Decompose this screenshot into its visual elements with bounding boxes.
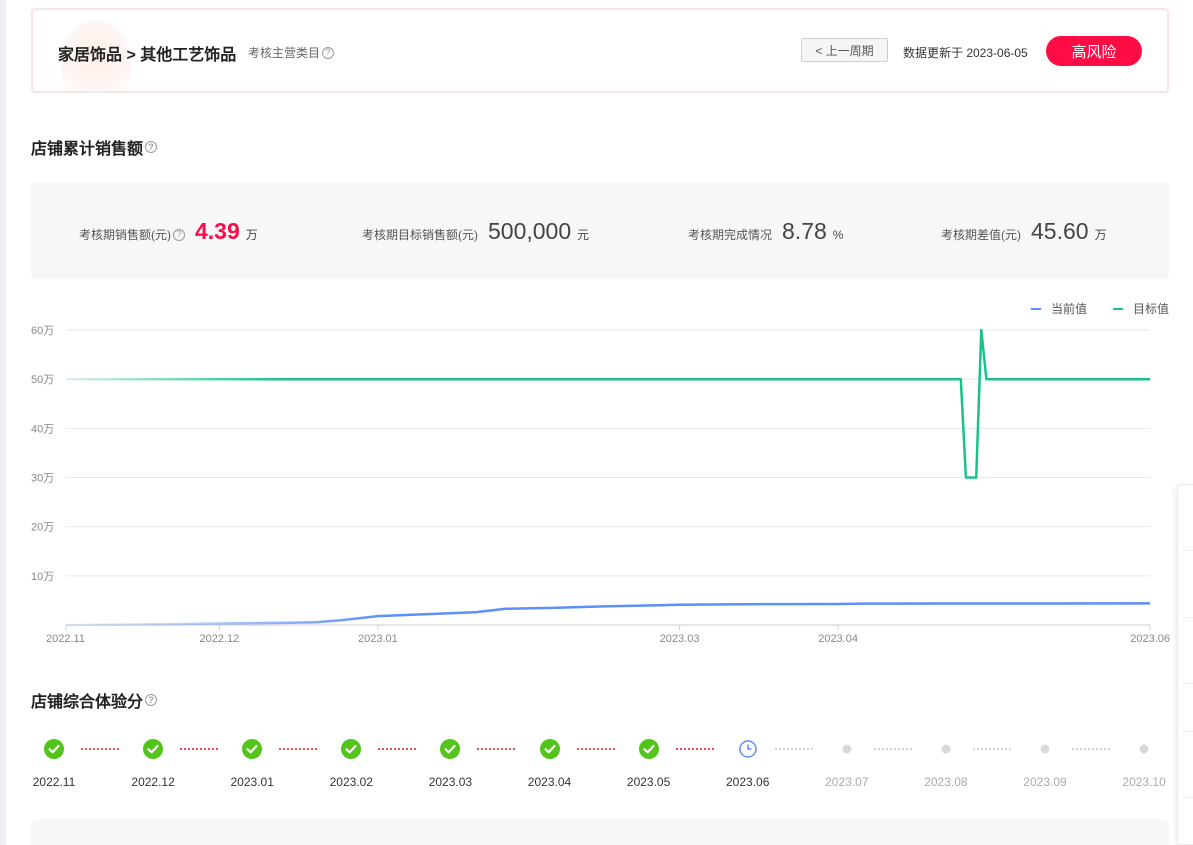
- pending-dot-icon[interactable]: [936, 739, 956, 759]
- series-line-target: [66, 328, 1150, 479]
- risk-level-badge: 高风险: [1046, 36, 1142, 66]
- data-update-time: 数据更新于 2023-06-05: [903, 46, 1028, 60]
- timeline-month-label: 2023.04: [527, 775, 572, 789]
- x-tick-label: 2022.11: [46, 633, 85, 645]
- check-circle-icon[interactable]: [44, 739, 64, 759]
- check-circle-icon[interactable]: [440, 739, 461, 759]
- help-icon[interactable]: ?: [322, 46, 335, 59]
- y-tick-label: 10万: [31, 571, 54, 583]
- x-tick-label: 2022.12: [200, 633, 240, 645]
- x-tick-label: 2023.04: [818, 633, 858, 645]
- stat-label: 考核期销售额(元)?: [79, 226, 185, 243]
- timeline-month-label: 2023.03: [428, 775, 473, 789]
- legend-current[interactable]: 当前值: [1031, 300, 1087, 317]
- timeline-month-label: 2023.01: [230, 775, 274, 789]
- timeline-connector: [873, 748, 912, 750]
- legend-label: 当前值: [1051, 302, 1088, 316]
- stat-label-text: 考核期销售额(元): [79, 228, 171, 242]
- legend-swatch: [1113, 307, 1123, 310]
- check-circle-icon[interactable]: [242, 739, 263, 759]
- previous-period-button[interactable]: < 上一周期: [801, 38, 888, 62]
- experience-section-title: 店铺综合体验分 ?: [31, 688, 158, 712]
- stat-unit: 元: [577, 228, 590, 242]
- category-subtitle: 考核主营类目 ?: [248, 44, 335, 61]
- timeline-month-label: 2022.12: [131, 775, 175, 789]
- timeline-connector: [774, 748, 813, 750]
- help-icon[interactable]: ?: [145, 694, 158, 706]
- timeline-connector: [279, 748, 318, 750]
- timeline-month-label: 2022.11: [32, 775, 76, 789]
- timeline-month-label: 2023.10: [1122, 775, 1166, 789]
- timeline-month-label: 2023.09: [1023, 775, 1067, 789]
- stat-label: 考核期差值(元): [941, 228, 1021, 242]
- stat-unit: 万: [1094, 228, 1107, 242]
- pending-dot-icon[interactable]: [1035, 739, 1055, 759]
- stat-unit: %: [832, 228, 844, 242]
- timeline-month-label: 2023.05: [626, 775, 671, 789]
- y-tick-label: 20万: [31, 522, 54, 534]
- clock-icon[interactable]: [738, 739, 758, 759]
- stat-target-sales: 考核期目标销售额(元) 500,000 元: [362, 218, 589, 245]
- x-tick-label: 2023.01: [358, 633, 398, 645]
- stat-value: 8.78: [782, 218, 827, 244]
- side-floating-panel[interactable]: [1177, 484, 1193, 845]
- sales-line-chart: 10万 20万 30万 40万 50万 60万 2022.11 2022.12 2023.01 2…: [31, 325, 1170, 645]
- category-header-card: 家居饰品 > 其他工艺饰品 考核主营类目 ? < 上一周期 数据更新于 2023…: [31, 8, 1169, 93]
- check-circle-icon[interactable]: [638, 739, 659, 759]
- timeline-month-label: 2023.07: [825, 775, 869, 789]
- y-tick-label: 50万: [31, 374, 54, 386]
- stat-unit: 万: [245, 228, 258, 242]
- sales-section-title-text: 店铺累计销售额: [31, 141, 144, 158]
- stat-label: 考核期完成情况: [688, 228, 773, 242]
- y-tick-label: 30万: [31, 473, 54, 485]
- sales-section-title: 店铺累计销售额 ?: [31, 135, 158, 159]
- timeline-month-label: 2023.08: [924, 775, 968, 789]
- legend-target[interactable]: 目标值: [1113, 300, 1169, 317]
- check-circle-icon[interactable]: [143, 739, 164, 759]
- y-tick-label: 60万: [31, 325, 54, 337]
- pending-dot-icon[interactable]: [837, 739, 857, 759]
- help-icon[interactable]: ?: [145, 141, 158, 153]
- timeline-connector: [180, 748, 219, 750]
- legend-label: 目标值: [1133, 302, 1170, 316]
- sales-stats-card: 考核期销售额(元)? 4.39 万 考核期目标销售额(元) 500,000 元 …: [31, 182, 1169, 279]
- experience-section-title-text: 店铺综合体验分: [31, 694, 144, 711]
- x-tick-label: 2023.03: [660, 633, 700, 645]
- category-subtitle-text: 考核主营类目: [248, 46, 321, 60]
- stat-value: 4.39: [195, 218, 240, 244]
- stat-label: 考核期目标销售额(元): [362, 228, 478, 242]
- category-title: 家居饰品 > 其他工艺饰品: [58, 47, 237, 64]
- timeline-connector: [81, 748, 119, 750]
- timeline-month-label: 2023.02: [329, 775, 373, 789]
- legend-swatch: [1031, 307, 1041, 310]
- timeline-connector: [378, 748, 417, 750]
- stat-completion: 考核期完成情况 8.78 %: [688, 218, 843, 245]
- check-circle-icon[interactable]: [341, 739, 362, 759]
- pending-dot-icon[interactable]: [1134, 739, 1154, 759]
- stat-value: 45.60: [1031, 218, 1089, 244]
- stat-period-sales: 考核期销售额(元)? 4.39 万: [79, 218, 258, 245]
- timeline-connector: [972, 748, 1011, 750]
- y-tick-label: 40万: [31, 423, 54, 435]
- help-icon[interactable]: ?: [173, 228, 185, 241]
- stat-value: 500,000: [488, 218, 572, 244]
- timeline-connector: [1072, 748, 1110, 750]
- stat-difference: 考核期差值(元) 45.60 万: [941, 218, 1107, 245]
- experience-detail-card: [31, 819, 1169, 845]
- series-line-current: [65, 602, 1151, 627]
- timeline-connector: [477, 748, 516, 750]
- check-circle-icon[interactable]: [539, 739, 560, 759]
- timeline-connector: [576, 748, 615, 750]
- x-tick-label: 2023.06: [1130, 633, 1170, 645]
- timeline-month-label: 2023.06: [725, 775, 770, 789]
- timeline-connector: [675, 748, 714, 750]
